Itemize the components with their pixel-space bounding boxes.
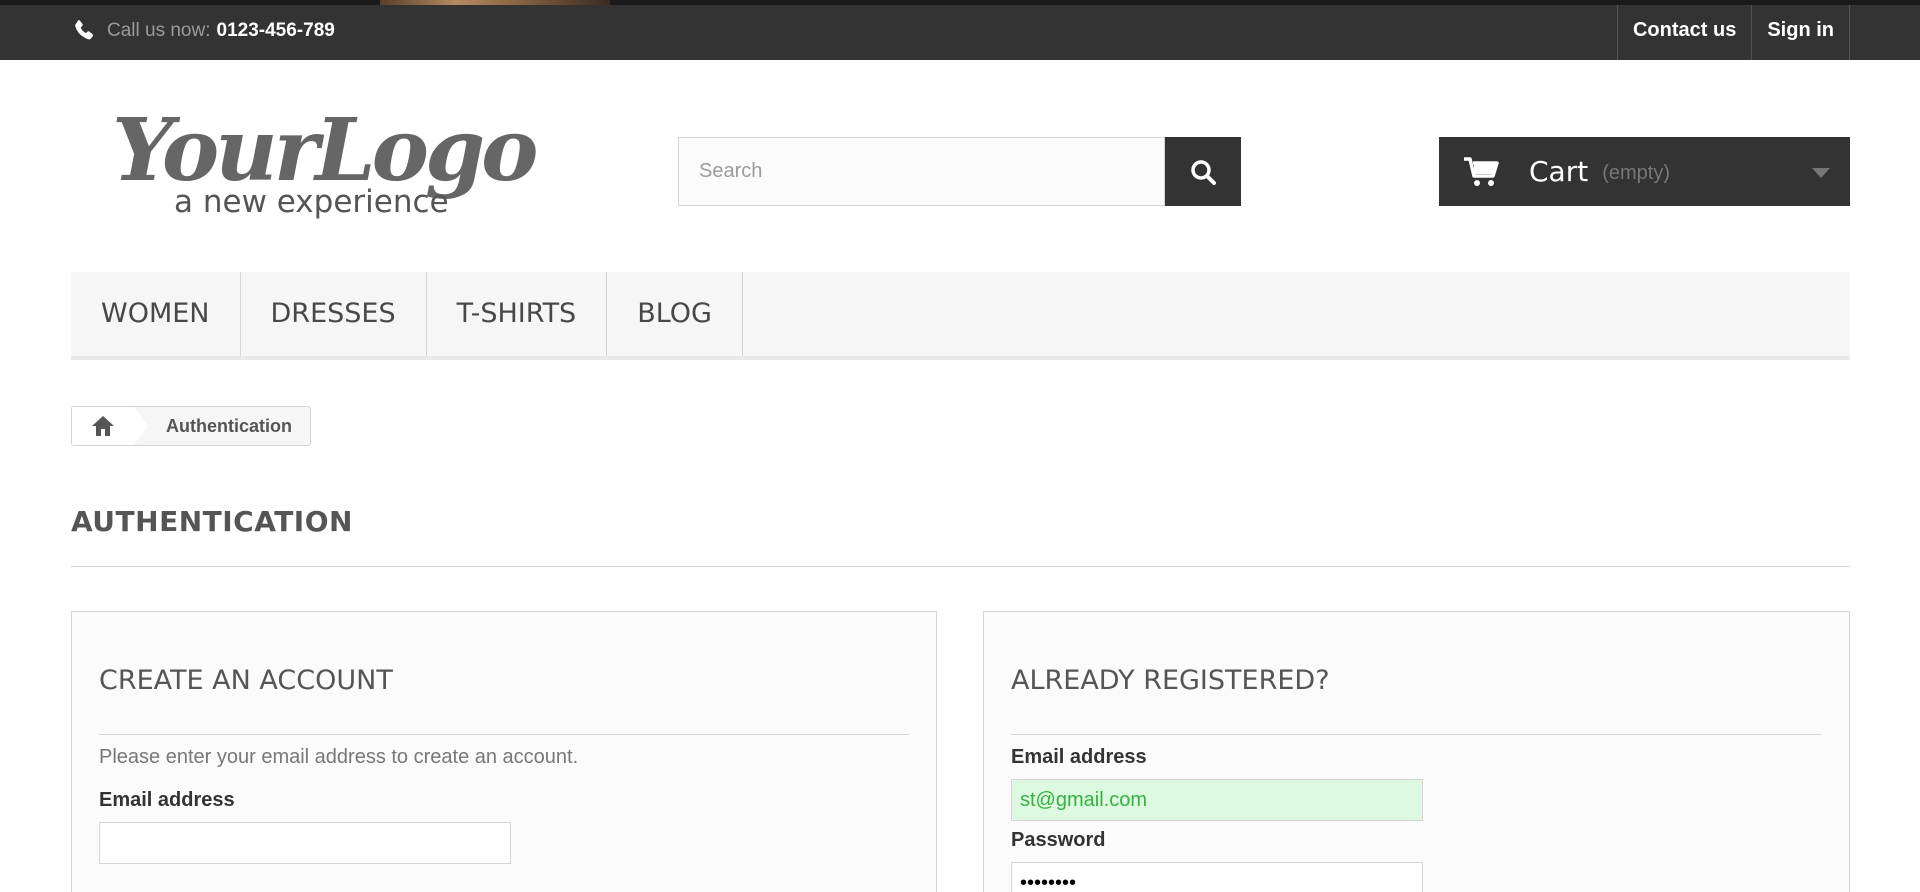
cart-dropdown-icon (1812, 168, 1830, 178)
call-us-label: Call us now: (107, 20, 211, 41)
login-password-label: Password (1011, 829, 1106, 851)
page-title: AUTHENTICATION (71, 505, 1850, 567)
create-account-intro: Please enter your email address to creat… (99, 746, 579, 768)
breadcrumb: Authentication (71, 406, 311, 446)
search-button[interactable] (1165, 137, 1241, 206)
create-email-label: Email address (99, 789, 235, 811)
cart-button[interactable]: Cart (empty) (1439, 137, 1850, 206)
sign-in-link[interactable]: Sign in (1751, 5, 1850, 60)
header-links: Contact us Sign in (1616, 5, 1850, 60)
cart-label: Cart (1529, 155, 1589, 188)
menu-item-dresses[interactable]: DRESSES (241, 272, 427, 356)
category-menu: WOMEN DRESSES T-SHIRTS BLOG (71, 272, 1850, 360)
top-nav-bar: Call us now: 0123-456-789 Contact us Sig… (0, 5, 1920, 60)
phone-number: 0123-456-789 (216, 20, 335, 41)
login-email-field[interactable] (1011, 779, 1423, 821)
menu-item-tshirts[interactable]: T-SHIRTS (427, 272, 608, 356)
home-icon (92, 416, 114, 436)
breadcrumb-current: Authentication (166, 415, 292, 436)
call-us: Call us now: 0123-456-789 (71, 18, 335, 44)
cart-status: (empty) (1602, 162, 1670, 184)
phone-icon (75, 20, 94, 40)
logo-image: YourLogo a new experience (112, 100, 540, 220)
menu-item-blog[interactable]: BLOG (607, 272, 743, 356)
login-title: ALREADY REGISTERED? (1011, 665, 1822, 735)
contact-us-link[interactable]: Contact us (1616, 5, 1751, 60)
login-box: ALREADY REGISTERED? Email address Passwo… (983, 611, 1850, 892)
logo-tagline: a new experience (174, 184, 449, 220)
create-email-field[interactable] (99, 822, 511, 864)
create-account-box: CREATE AN ACCOUNT Please enter your emai… (71, 611, 937, 892)
site-logo[interactable]: YourLogo a new experience (110, 98, 540, 223)
breadcrumb-home[interactable] (72, 407, 148, 445)
search-form (678, 137, 1241, 206)
search-input[interactable] (678, 137, 1165, 206)
login-email-label: Email address (1011, 746, 1147, 768)
login-password-field[interactable] (1011, 862, 1423, 892)
menu-item-women[interactable]: WOMEN (71, 272, 241, 356)
create-account-title: CREATE AN ACCOUNT (99, 665, 909, 735)
search-icon (1191, 159, 1216, 185)
cart-icon (1464, 156, 1499, 186)
